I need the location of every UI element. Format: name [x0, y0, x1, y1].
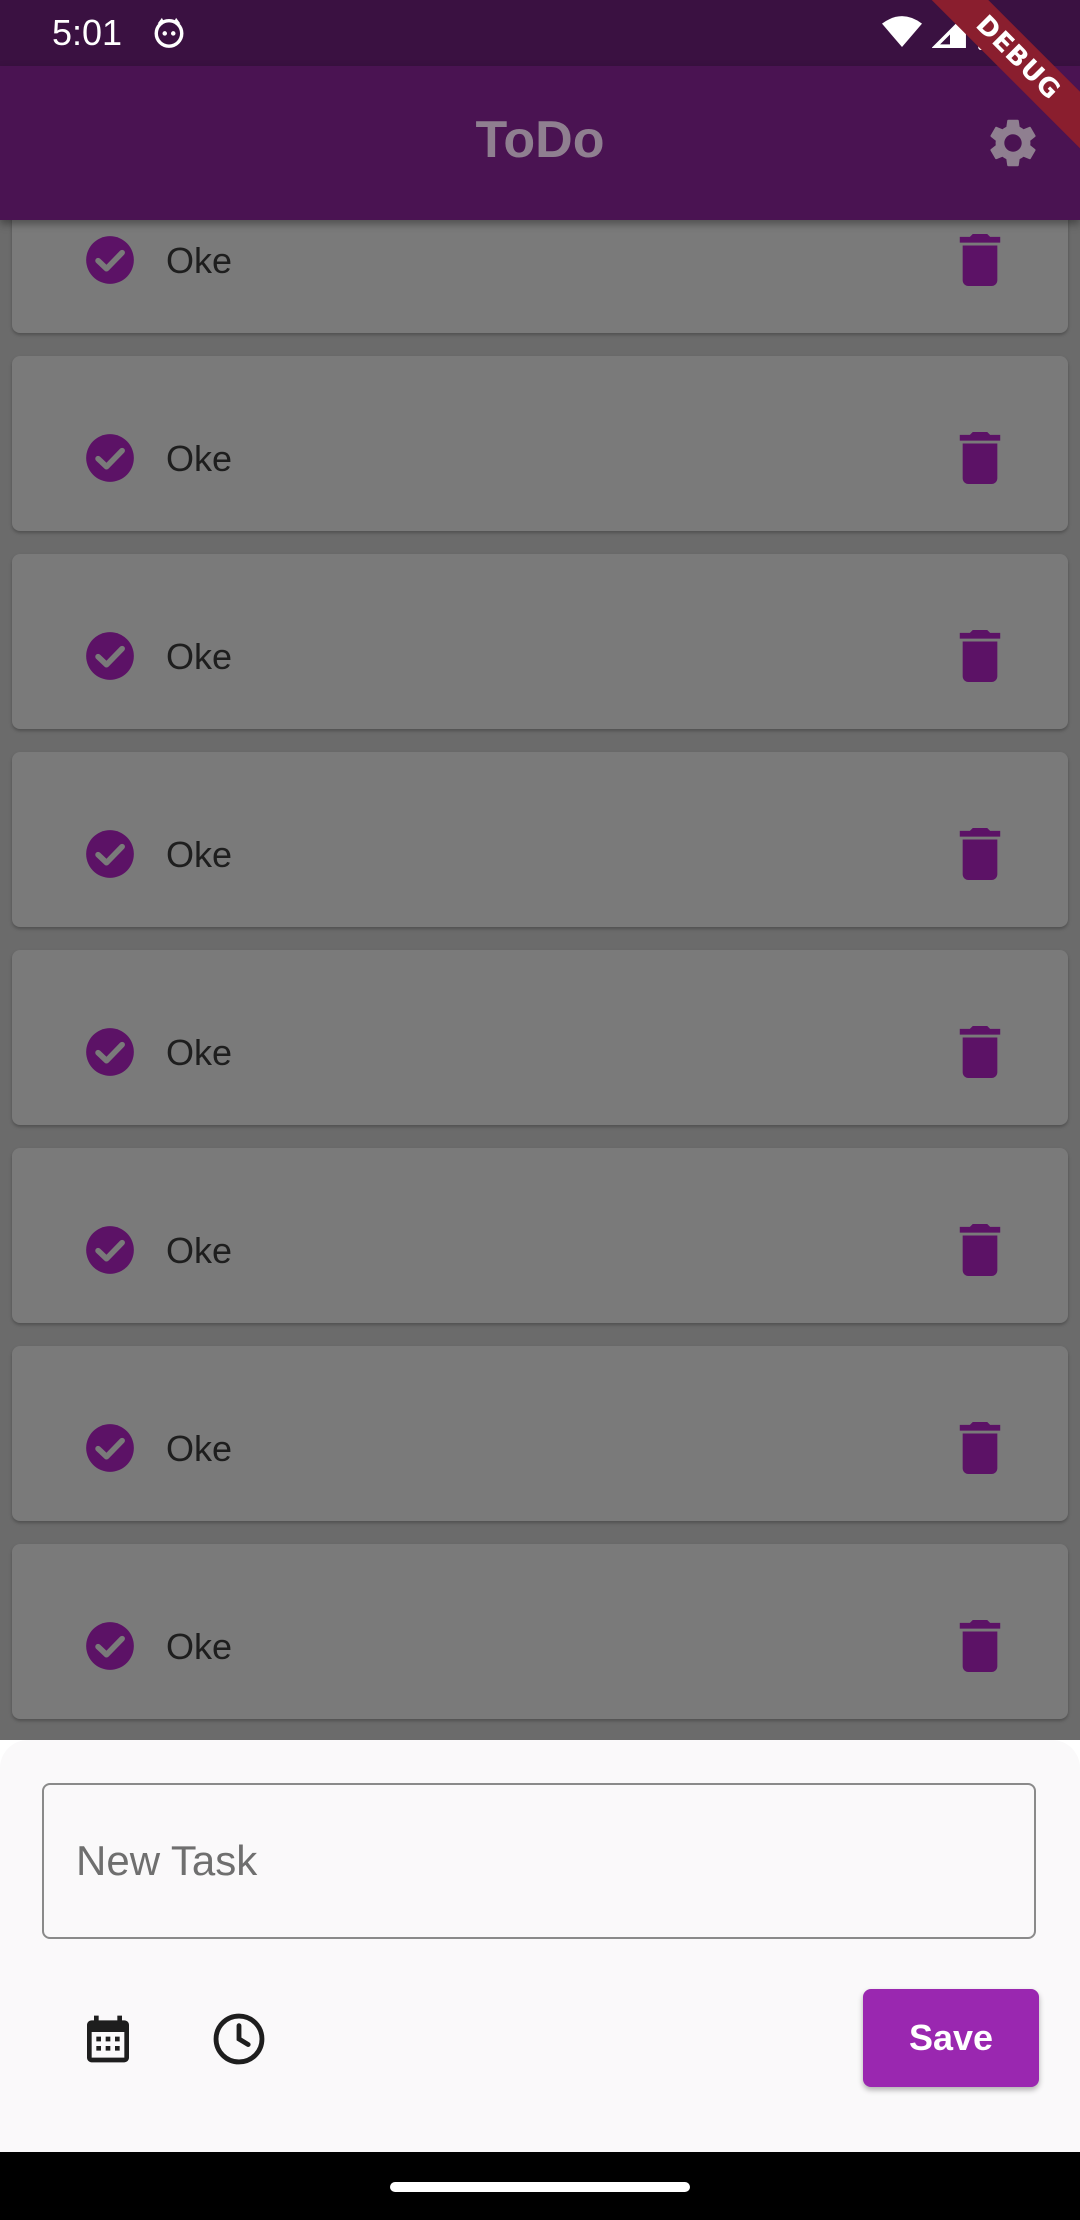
check-circle-icon[interactable]: [84, 1620, 136, 1672]
delete-icon[interactable]: [958, 827, 1002, 880]
status-bar: 5:01: [0, 0, 1080, 66]
home-gesture-handle[interactable]: [390, 2182, 690, 2192]
task-card[interactable]: Oke: [12, 220, 1068, 333]
task-label: Oke: [166, 1031, 233, 1073]
status-time: 5:01: [52, 12, 123, 53]
new-task-sheet: Save: [0, 1740, 1080, 2152]
task-label: Oke: [166, 635, 233, 677]
date-picker-button[interactable]: [80, 2010, 136, 2068]
wifi-icon: [882, 15, 922, 54]
task-label: Oke: [166, 1229, 233, 1271]
task-card[interactable]: Oke: [12, 1148, 1068, 1323]
delete-icon[interactable]: [958, 431, 1002, 484]
task-card[interactable]: Oke: [12, 356, 1068, 531]
task-label: Oke: [166, 833, 233, 875]
clock-icon: [213, 2013, 265, 2065]
check-circle-icon[interactable]: [84, 828, 136, 880]
save-button[interactable]: Save: [863, 1989, 1039, 2087]
check-circle-icon[interactable]: [84, 630, 136, 682]
settings-button[interactable]: [984, 114, 1042, 172]
task-label: Oke: [166, 437, 233, 479]
notification-cat-icon: [152, 15, 186, 54]
task-card[interactable]: Oke: [12, 1346, 1068, 1521]
settings-icon: [990, 119, 1036, 167]
page-title: ToDo: [475, 111, 605, 169]
system-nav-bar: [0, 2152, 1080, 2220]
delete-icon[interactable]: [958, 1619, 1002, 1672]
task-list: Oke Oke Oke Oke Oke Oke Oke Oke: [0, 220, 1080, 1740]
task-label: Oke: [166, 1625, 233, 1667]
time-picker-button[interactable]: [210, 2010, 268, 2068]
check-circle-icon[interactable]: [84, 432, 136, 484]
task-card[interactable]: Oke: [12, 752, 1068, 927]
delete-icon[interactable]: [958, 629, 1002, 682]
task-card[interactable]: Oke: [12, 1544, 1068, 1719]
check-circle-icon[interactable]: [84, 1224, 136, 1276]
new-task-input[interactable]: [42, 1783, 1036, 1939]
task-label: Oke: [166, 1427, 233, 1469]
check-circle-icon[interactable]: [84, 234, 136, 286]
calendar-icon: [87, 2015, 129, 2063]
delete-icon[interactable]: [958, 1421, 1002, 1474]
task-label: Oke: [166, 239, 233, 281]
app-bar: ToDo: [0, 66, 1080, 220]
task-card[interactable]: Oke: [12, 950, 1068, 1125]
task-card[interactable]: Oke: [12, 554, 1068, 729]
delete-icon[interactable]: [958, 1223, 1002, 1276]
check-circle-icon[interactable]: [84, 1422, 136, 1474]
delete-icon[interactable]: [958, 233, 1002, 286]
check-circle-icon[interactable]: [84, 1026, 136, 1078]
delete-icon[interactable]: [958, 1025, 1002, 1078]
